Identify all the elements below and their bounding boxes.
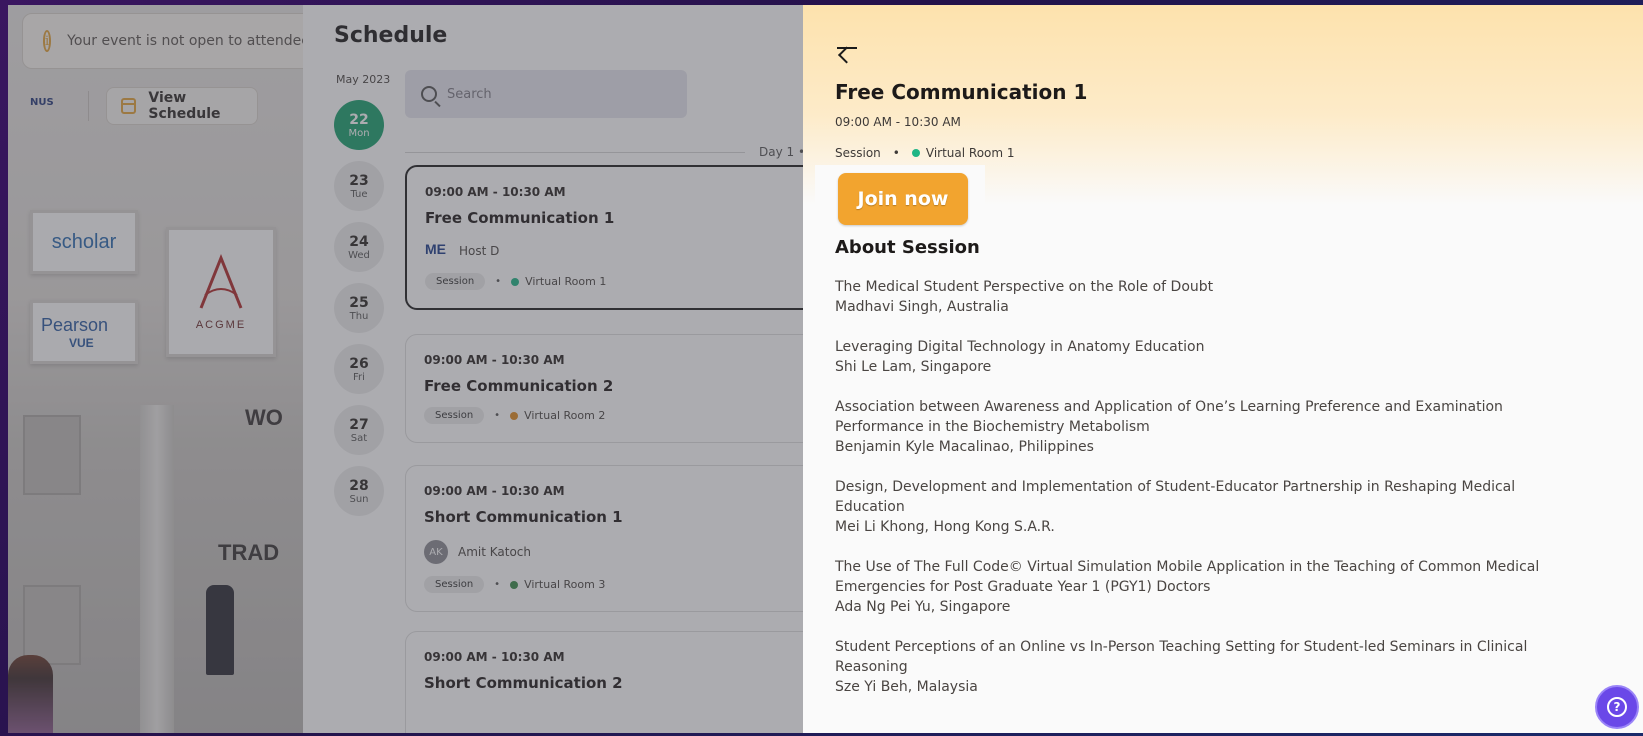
detail-meta: Session • Virtual Room 1	[835, 146, 1015, 160]
talk-author: Ada Ng Pei Yu, Singapore	[835, 599, 1011, 615]
arrow-left-icon	[837, 47, 857, 49]
talk-author: Benjamin Kyle Macalinao, Philippines	[835, 439, 1094, 455]
room-status-dot	[911, 149, 920, 157]
talk-title: Student Perceptions of an Online vs In-P…	[835, 639, 1528, 675]
back-button[interactable]	[833, 35, 861, 61]
talk-title: Leveraging Digital Technology in Anatomy…	[835, 339, 1205, 355]
talk-title: Association between Awareness and Applic…	[835, 399, 1503, 435]
session-detail-panel: Free Communication 1 09:00 AM - 10:30 AM…	[803, 5, 1643, 733]
talk-item: Design, Development and Implementation o…	[835, 477, 1555, 537]
modal-backdrop[interactable]	[8, 5, 803, 733]
detail-room: Virtual Room 1	[911, 146, 1015, 160]
talk-title: The Use of The Full Code© Virtual Simula…	[835, 559, 1540, 595]
talk-item: Student Perceptions of an Online vs In-P…	[835, 637, 1555, 697]
detail-title: Free Communication 1	[835, 80, 1088, 104]
talk-item: Leveraging Digital Technology in Anatomy…	[835, 337, 1555, 377]
join-now-button[interactable]: Join now	[838, 173, 968, 225]
about-session-heading: About Session	[835, 237, 980, 258]
meta-separator: •	[892, 146, 900, 160]
detail-time: 09:00 AM - 10:30 AM	[835, 115, 961, 129]
help-button[interactable]: ?	[1595, 685, 1639, 729]
talk-author: Shi Le Lam, Singapore	[835, 359, 992, 375]
talk-item: Association between Awareness and Applic…	[835, 397, 1555, 457]
talk-item: The Use of The Full Code© Virtual Simula…	[835, 557, 1555, 617]
talk-author: Madhavi Singh, Australia	[835, 299, 1009, 315]
detail-type: Session	[835, 146, 881, 160]
talk-author: Sze Yi Beh, Malaysia	[835, 679, 978, 695]
talk-title: The Medical Student Perspective on the R…	[835, 279, 1214, 295]
detail-room-name: Virtual Room 1	[925, 146, 1015, 160]
talk-author: Mei Li Khong, Hong Kong S.A.R.	[835, 519, 1055, 535]
talk-list: The Medical Student Perspective on the R…	[835, 277, 1555, 717]
app-frame: i Your event is not open to attendees NU…	[8, 5, 1643, 733]
talk-title: Design, Development and Implementation o…	[835, 479, 1516, 515]
help-icon: ?	[1607, 697, 1627, 717]
talk-item: The Medical Student Perspective on the R…	[835, 277, 1555, 317]
